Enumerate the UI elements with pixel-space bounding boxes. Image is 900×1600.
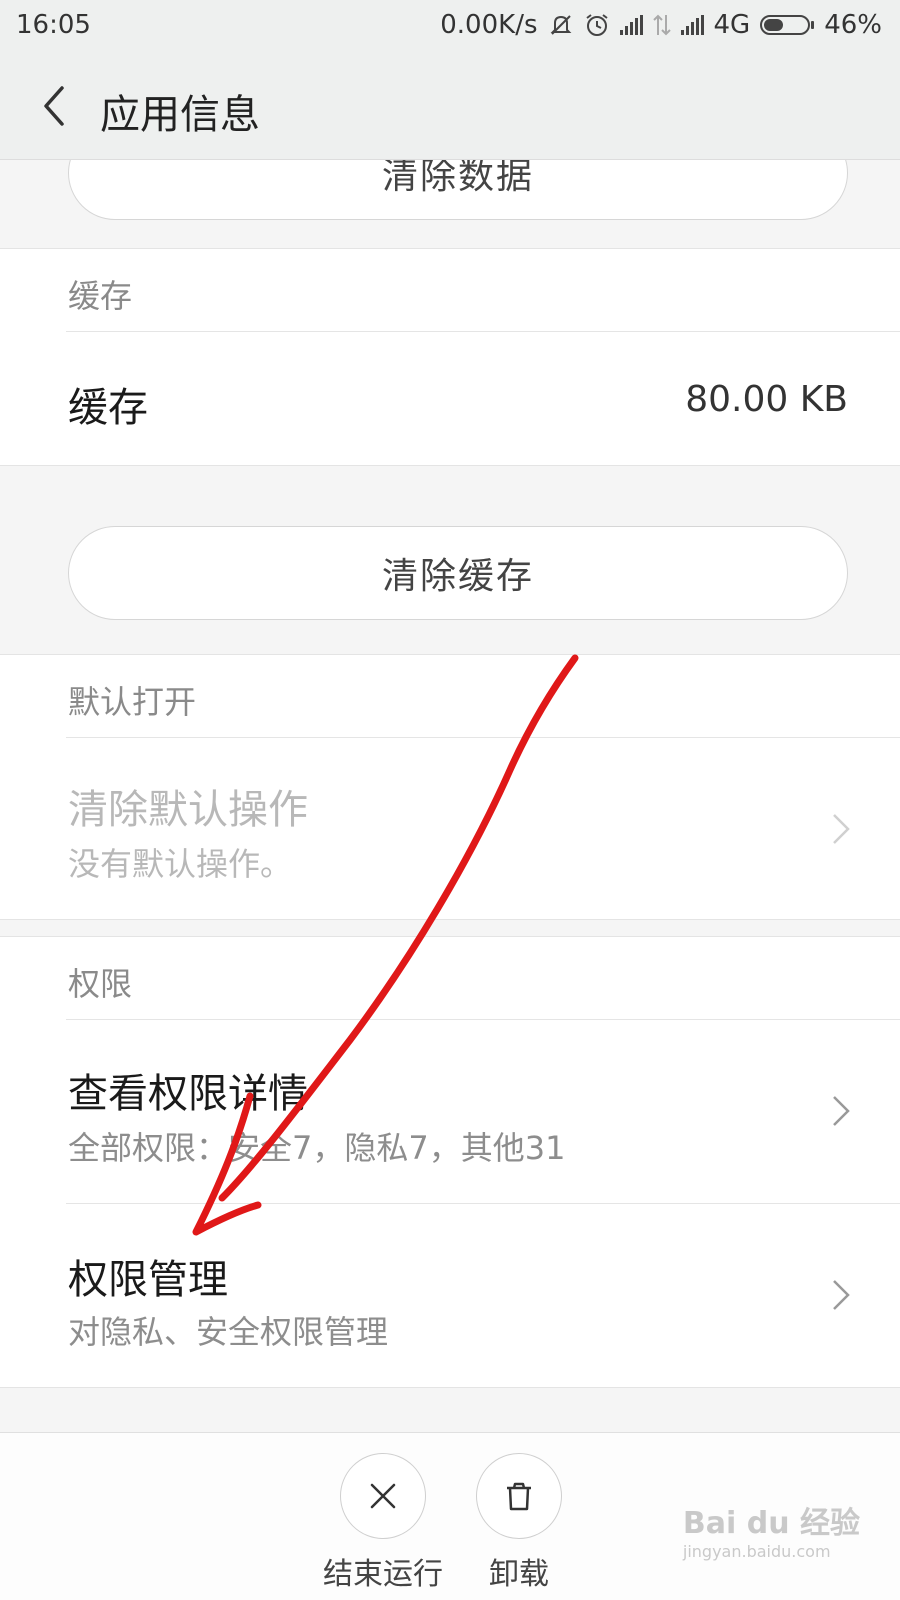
mute-icon [550,15,571,35]
signal-icon [619,15,643,35]
clear-defaults-subtitle: 没有默认操作。 [68,845,293,883]
cache-section: 缓存 缓存 80.00 KB [0,248,900,466]
view-permissions-subtitle: 全部权限：安全7，隐私7，其他31 [68,1129,566,1167]
status-icons: 0.00K/s 4G 46% [440,10,882,40]
status-time: 16:05 [16,10,91,40]
watermark-url: jingyan.baidu.com [682,1542,831,1561]
permission-management-title: 权限管理 [68,1257,228,1303]
permission-management-subtitle: 对隐私、安全权限管理 [68,1313,389,1351]
permissions-section: 权限 查看权限详情 全部权限：安全7，隐私7，其他31 权限管理 对隐私、安全权… [0,936,900,1388]
divider [66,331,900,332]
section-header-default-open: 默认打开 [68,683,197,721]
watermark-logo: Bai du 经验 jingyan.baidu.com [683,1498,860,1561]
battery-percent: 46% [824,10,882,40]
app-bar: 应用信息 [0,52,900,160]
close-icon [370,1483,396,1509]
clear-data-area: 清除数据 [0,160,900,248]
signal-icon-2 [680,15,704,35]
chevron-right-icon [833,814,850,844]
chevron-right-icon [833,1096,850,1126]
section-header-cache: 缓存 [68,277,133,315]
uninstall-button[interactable]: 卸载 [449,1453,589,1593]
clear-cache-area: 清除缓存 [0,466,900,654]
page-title: 应用信息 [100,92,260,138]
divider [66,737,900,738]
clear-data-button[interactable]: 清除数据 [68,160,848,220]
uninstall-label: 卸载 [489,1557,549,1592]
trash-icon [507,1482,531,1511]
section-header-permissions: 权限 [68,965,133,1003]
chevron-right-icon [833,1280,850,1310]
default-open-section: 默认打开 清除默认操作 没有默认操作。 [0,654,900,920]
cache-label: 缓存 [68,385,148,431]
alarm-icon [585,14,608,36]
battery-icon [760,15,815,35]
settings-content[interactable]: 清除数据 缓存 缓存 80.00 KB 清除缓存 默认打开 清除默认操作 没有默… [0,160,900,1432]
battery-level [764,19,784,31]
force-stop-label: 结束运行 [323,1557,443,1592]
network-type: 4G [713,10,751,40]
force-stop-button[interactable]: 结束运行 [313,1453,453,1593]
watermark-brand: Bai du 经验 [682,1506,860,1541]
divider [66,1019,900,1020]
network-speed: 0.00K/s [440,10,538,40]
chevron-left-icon[interactable] [36,82,72,130]
divider [66,1203,900,1204]
data-transfer-icon [652,14,671,36]
clear-defaults-title: 清除默认操作 [68,787,308,833]
view-permissions-title: 查看权限详情 [68,1071,308,1117]
status-bar: 16:05 0.00K/s 4G 46% [0,0,900,52]
cache-size-value: 80.00 KB [685,379,848,420]
clear-cache-button[interactable]: 清除缓存 [68,526,848,620]
